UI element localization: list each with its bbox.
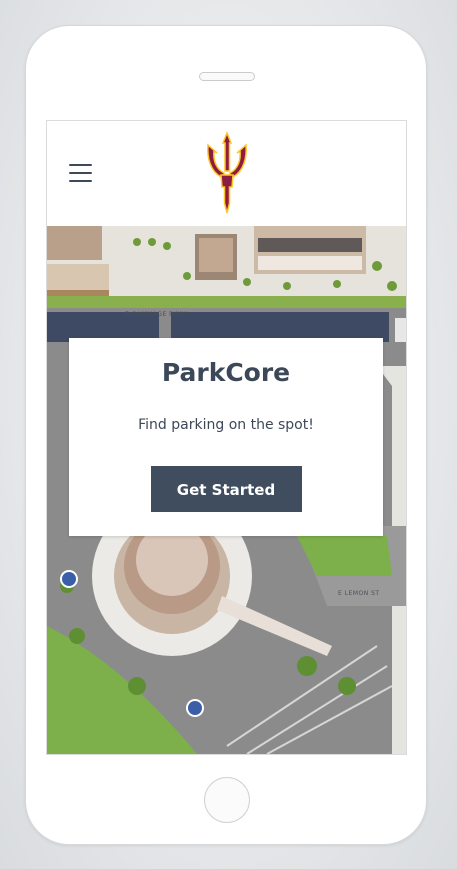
phone-home-button[interactable] xyxy=(204,777,250,823)
hamburger-menu-icon[interactable] xyxy=(69,163,93,183)
app-title: ParkCore xyxy=(161,358,291,387)
phone-speaker xyxy=(199,72,255,81)
phone-frame: E GAMMAGE PKWY E LEMON ST ParkCore Find … xyxy=(25,25,427,845)
app-tagline: Find parking on the spot! xyxy=(138,417,314,433)
street-label-lemon: E LEMON ST xyxy=(338,590,380,597)
welcome-card: ParkCore Find parking on the spot! Get S… xyxy=(69,338,383,536)
pitchfork-logo-icon xyxy=(207,131,247,214)
get-started-button[interactable]: Get Started xyxy=(150,466,302,512)
app-header xyxy=(47,121,406,227)
app-screen: E GAMMAGE PKWY E LEMON ST ParkCore Find … xyxy=(46,120,407,755)
street-label-gammage: E GAMMAGE PKWY xyxy=(125,311,189,318)
